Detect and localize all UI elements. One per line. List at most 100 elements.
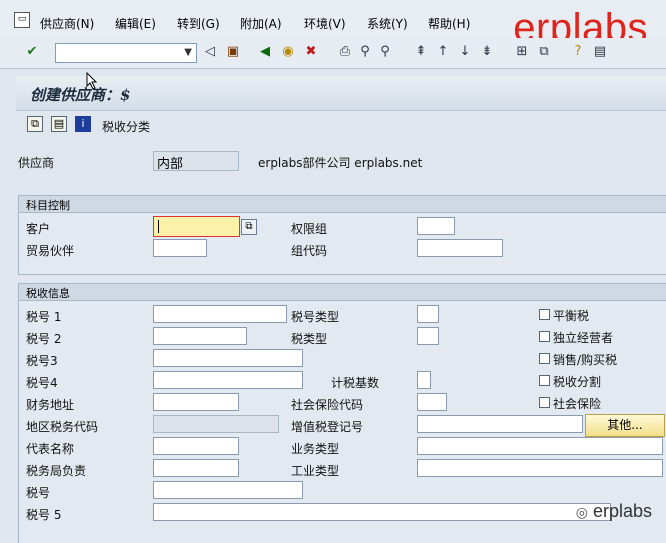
- tax-office-label: 财务地址: [26, 398, 75, 412]
- authorization-group-input[interactable]: [417, 217, 455, 235]
- vendor-field: 内部: [153, 151, 239, 172]
- find-next-icon[interactable]: ⚲: [377, 44, 393, 60]
- tax-officer-label: 税务局负责: [26, 464, 87, 478]
- shortcut-icon[interactable]: ⧉: [536, 44, 552, 60]
- tax-split-checkbox[interactable]: [539, 375, 550, 386]
- vat-registration-label: 增值税登记号: [291, 420, 364, 434]
- county-code-input: [153, 415, 279, 433]
- last-page-icon[interactable]: ⇟: [479, 44, 495, 60]
- customer-input[interactable]: [153, 216, 240, 237]
- menu-help[interactable]: 帮助(H): [428, 15, 470, 32]
- application-toolbar: ⧉ ▤ i 税收分类: [16, 112, 666, 138]
- authorization-group-label: 权限组: [291, 222, 328, 236]
- customer-label: 客户: [26, 222, 51, 236]
- mouse-pointer-icon: [86, 72, 98, 90]
- sales-purchase-tax-label: 销售/购买税: [553, 353, 618, 367]
- tax-category-button[interactable]: 税收分类: [102, 118, 150, 135]
- menu-goto[interactable]: 转到(G): [177, 15, 220, 32]
- vendor-name: erplabs部件公司 erplabs.net: [258, 156, 423, 170]
- social-insurance-checkbox[interactable]: [539, 397, 550, 408]
- menu-extras[interactable]: 附加(A): [240, 15, 282, 32]
- watermark: ◎ erplabs: [576, 501, 652, 522]
- layout-menu-icon[interactable]: ▤: [592, 44, 608, 60]
- tax-number-1-input[interactable]: [153, 305, 287, 323]
- search-help-icon[interactable]: ⧉: [241, 219, 257, 235]
- menu-bar: ▭ 供应商(N) 编辑(E) 转到(G) 附加(A) 环境(V) 系统(Y) 帮…: [0, 0, 666, 50]
- social-insurance-code-label: 社会保险代码: [291, 398, 364, 412]
- tax-information-title-bar: 税收信息: [19, 284, 666, 301]
- print-icon[interactable]: ⎙: [337, 44, 353, 60]
- tax-officer-input[interactable]: [153, 459, 239, 477]
- other-button[interactable]: 其他...: [585, 414, 665, 437]
- industry-type-input[interactable]: [417, 459, 663, 477]
- group-key-label: 组代码: [291, 244, 328, 258]
- tax-split-label: 税收分割: [553, 375, 602, 389]
- vendor-value: 内部: [157, 157, 184, 172]
- tax-type-label: 税类型: [291, 332, 328, 346]
- tax-number-5-input[interactable]: [153, 503, 611, 521]
- tax-type-input[interactable]: [417, 327, 439, 345]
- new-session-icon[interactable]: ⊞: [514, 44, 530, 60]
- chevron-down-icon[interactable]: ▼: [184, 47, 192, 58]
- save-icon[interactable]: ▣: [225, 44, 241, 60]
- system-menu-icon[interactable]: ▭: [14, 12, 30, 28]
- representative-name-input[interactable]: [153, 437, 239, 455]
- industry-type-label: 工业类型: [291, 464, 340, 478]
- tax-number-1-label: 税号 1: [26, 310, 62, 324]
- social-insurance-label: 社会保险: [553, 397, 602, 411]
- cancel-icon[interactable]: ✖: [303, 44, 319, 60]
- tax-number-2-input[interactable]: [153, 327, 247, 345]
- tax-number-input[interactable]: [153, 481, 303, 499]
- tax-number-3-label: 税号3: [26, 354, 58, 368]
- previous-page-icon[interactable]: ↑: [435, 44, 451, 60]
- social-insurance-code-input[interactable]: [417, 393, 447, 411]
- first-page-icon[interactable]: ⇞: [413, 44, 429, 60]
- tax-information-title: 税收信息: [26, 287, 70, 300]
- tax-number-type-input[interactable]: [417, 305, 439, 323]
- tax-number-3-input[interactable]: [153, 349, 303, 367]
- enter-check-icon[interactable]: ✔: [24, 44, 40, 60]
- tax-number-5-label: 税号 5: [26, 508, 62, 522]
- menu-vendor[interactable]: 供应商(N): [40, 15, 94, 32]
- trading-partner-input[interactable]: [153, 239, 207, 257]
- other-vendor-icon[interactable]: ⧉: [27, 116, 43, 132]
- tax-number-2-label: 税号 2: [26, 332, 62, 346]
- vat-registration-input[interactable]: [417, 415, 583, 433]
- menu-edit[interactable]: 编辑(E): [115, 15, 156, 32]
- watermark-text: erplabs: [592, 501, 652, 521]
- tax-number-4-label: 税号4: [26, 376, 58, 390]
- menu-system[interactable]: 系统(Y): [367, 15, 408, 32]
- next-page-icon[interactable]: ↓: [457, 44, 473, 60]
- back-arrow-icon[interactable]: ◁: [202, 44, 218, 60]
- exit-icon[interactable]: ◉: [280, 44, 296, 60]
- county-code-label: 地区税务代码: [26, 420, 99, 434]
- sole-proprietor-checkbox[interactable]: [539, 331, 550, 342]
- standard-toolbar: ✔ ▼ ◁ ▣ ◀ ◉ ✖ ⎙ ⚲ ⚲ ⇞ ↑ ↓ ⇟ ⊞ ⧉ ? ▤: [0, 38, 666, 69]
- display-document-icon[interactable]: ▤: [51, 116, 67, 132]
- menu-environment[interactable]: 环境(V): [304, 15, 346, 32]
- sales-purchase-tax-checkbox[interactable]: [539, 353, 550, 364]
- group-key-input[interactable]: [417, 239, 503, 257]
- tax-number-type-label: 税号类型: [291, 310, 340, 324]
- wechat-icon: ◎: [575, 504, 588, 520]
- find-icon[interactable]: ⚲: [357, 44, 373, 60]
- page-title: 创建供应商：$: [30, 86, 131, 104]
- sole-proprietor-label: 独立经营者: [553, 331, 614, 345]
- command-field[interactable]: ▼: [55, 43, 197, 63]
- equalization-tax-label: 平衡税: [553, 309, 590, 323]
- account-control-group: 科目控制: [18, 195, 666, 275]
- tax-base-label: 计税基数: [331, 376, 380, 390]
- representative-name-label: 代表名称: [26, 442, 75, 456]
- tax-base-input[interactable]: [417, 371, 431, 389]
- equalization-tax-checkbox[interactable]: [539, 309, 550, 320]
- business-type-label: 业务类型: [291, 442, 340, 456]
- account-control-title-bar: 科目控制: [19, 196, 666, 213]
- trading-partner-label: 贸易伙伴: [26, 244, 75, 258]
- business-type-input[interactable]: [417, 437, 663, 455]
- tax-number-4-input[interactable]: [153, 371, 303, 389]
- screen-title-bar: 创建供应商：$: [16, 76, 666, 111]
- info-icon[interactable]: i: [75, 116, 91, 132]
- back-icon[interactable]: ◀: [257, 44, 273, 60]
- tax-office-input[interactable]: [153, 393, 239, 411]
- help-icon[interactable]: ?: [570, 44, 586, 60]
